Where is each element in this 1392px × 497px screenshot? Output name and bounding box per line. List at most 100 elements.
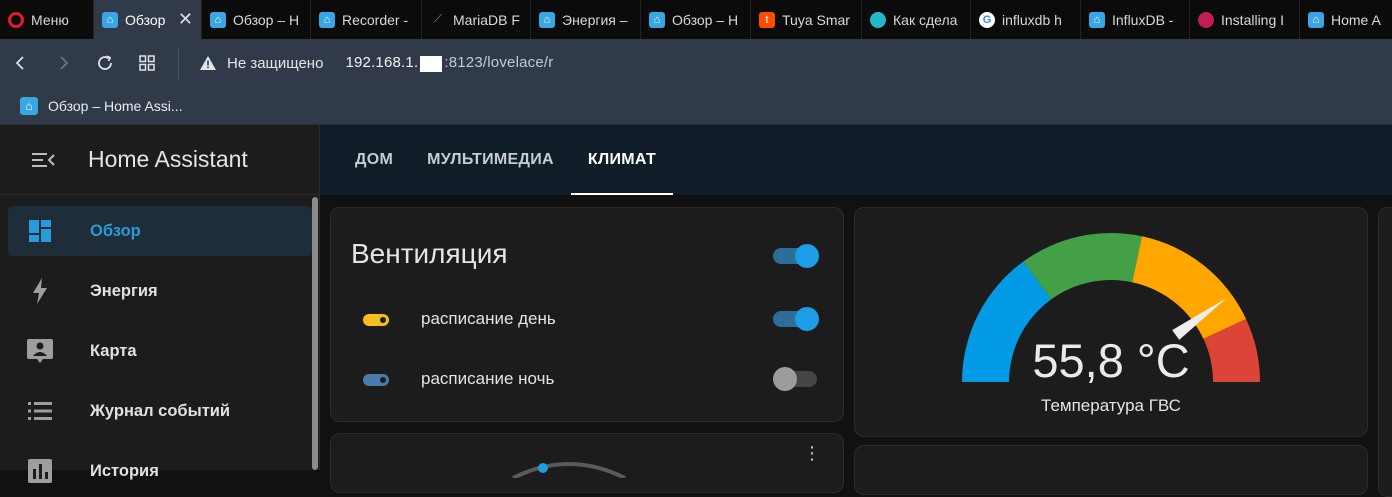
close-tab-icon[interactable]: ✕ [178,9,193,30]
home-assistant-icon: ⌂ [1089,11,1105,28]
back-button[interactable] [0,39,42,87]
sidebar-toggle-button[interactable] [0,150,88,170]
tab-label: Recorder - [342,11,409,28]
schedule-night-label[interactable]: расписание ночь [421,369,554,389]
map-account-icon [8,339,72,363]
tab-label: Tuya Smar [782,11,850,28]
tab-dom[interactable]: ДОМ [338,125,410,195]
toggle-switch-icon [363,374,389,386]
tab-overview-active[interactable]: ⌂ Обзор ✕ [94,0,202,39]
security-text: Не защищено [227,54,324,72]
tab-mariadb[interactable]: ⟋ MariaDB F [422,0,531,39]
google-icon: G [979,11,995,28]
dashboard-icon [8,219,72,243]
home-assistant-icon: ⌂ [649,11,665,28]
home-assistant-icon: ⌂ [210,11,226,28]
tab-recorder[interactable]: ⌂ Recorder - [311,0,422,39]
bookmark-overview[interactable]: Обзор – Home Assi... [48,98,183,114]
view-tabs: ДОМ МУЛЬТИМЕДИА КЛИМАТ [320,125,1392,195]
home-assistant-icon: ⌂ [319,11,335,28]
url-suffix: :8123/lovelace/r [444,54,554,72]
logbook-icon [8,401,72,421]
schedule-day-label[interactable]: расписание день [421,309,556,329]
tab-how-to[interactable]: Как сдела [862,0,971,39]
sidebar-scrollbar[interactable] [312,197,318,470]
speed-dial-button[interactable] [126,39,168,87]
tab-home-assistant[interactable]: ⌂ Home A [1300,0,1392,39]
tab-label: Обзор [125,11,166,28]
tab-label: MariaDB F [453,11,520,28]
url-prefix: 192.168.1. [345,54,419,72]
sidebar-title: Home Assistant [88,146,248,172]
sidebar: Home Assistant Обзор Энергия Карта Журна… [0,125,320,483]
sidebar-item-history[interactable]: История [8,446,312,496]
tab-climate[interactable]: КЛИМАТ [570,125,674,195]
reload-button[interactable] [84,39,126,87]
sidebar-item-overview[interactable]: Обзор [8,206,312,256]
slider-arc-icon [512,462,626,478]
tab-energy[interactable]: ⌂ Энергия – [531,0,641,39]
dashboard-content: Вентиляция расписание день расписание но… [320,195,1392,497]
history-chart-icon [8,459,72,483]
water-temperature-gauge-card[interactable]: 55,8 °C Температура ГВС [854,207,1368,437]
browser-tab-bar: Меню ⌂ Обзор ✕ ⌂ Обзор – H ⌂ Recorder - … [0,0,1392,39]
tab-label: Обзор – H [672,11,739,28]
tab-label: InfluxDB - [1112,11,1174,28]
home-assistant-icon: ⌂ [539,11,555,28]
home-assistant-icon: ⌂ [20,96,38,115]
sidebar-item-label: Журнал событий [90,401,231,420]
sidebar-item-logbook[interactable]: Журнал событий [8,386,312,436]
url-redaction [420,55,443,72]
ventilation-master-toggle[interactable] [773,242,819,268]
opera-icon [8,11,24,28]
tab-label: Как сдела [893,11,958,28]
tab-influxdb[interactable]: ⌂ InfluxDB - [1081,0,1190,39]
toggle-knob [795,307,819,331]
address-separator [178,47,179,79]
forward-button[interactable] [42,39,84,87]
tab-opera-menu[interactable]: Меню [0,0,94,39]
lightning-icon [8,278,72,304]
schedule-night-toggle[interactable] [773,365,819,391]
schedule-day-toggle[interactable] [773,305,819,331]
tab-overview-2[interactable]: ⌂ Обзор – H [202,0,311,39]
sidebar-item-label: Обзор [90,221,141,240]
tab-influxdb-search[interactable]: G influxdb h [971,0,1081,39]
lower-card [854,445,1368,495]
url-field[interactable]: 192.168.1. :8123/lovelace/r [345,54,554,72]
forward-arrow-icon [60,56,69,70]
sidebar-item-energy[interactable]: Энергия [8,266,312,316]
tab-multimedia[interactable]: МУЛЬТИМЕДИА [410,125,571,195]
right-card-partial [1378,207,1392,497]
media-card: ⋮ [330,433,844,493]
sidebar-item-map[interactable]: Карта [8,326,312,376]
tab-overview-3[interactable]: ⌂ Обзор – H [641,0,751,39]
home-assistant-app: Home Assistant Обзор Энергия Карта Журна… [0,125,1392,497]
menu-open-icon [32,152,55,167]
tuya-icon: t [759,11,775,28]
tab-label: influxdb h [1002,11,1062,28]
sidebar-header: Home Assistant [0,125,319,195]
bookmarks-bar: ⌂ Обзор – Home Assi... [0,87,1392,125]
sidebar-item-label: Энергия [90,281,158,300]
tab-label: Installing I [1221,11,1285,28]
installing-icon [1198,11,1214,28]
tab-label: Обзор – H [233,11,300,28]
address-bar: Не защищено 192.168.1. :8123/lovelace/r [0,39,1392,87]
toggle-knob [773,367,797,391]
mariadb-icon: ⟋ [434,13,442,25]
tab-label: Home A [1331,11,1381,28]
toggle-knob [795,244,819,268]
warning-icon [200,56,216,70]
tab-tuya[interactable]: t Tuya Smar [751,0,862,39]
tab-installing[interactable]: Installing I [1190,0,1300,39]
back-arrow-icon [15,56,24,70]
ventilation-card: Вентиляция расписание день расписание но… [330,207,844,422]
sidebar-item-label: История [90,461,159,480]
gauge-value: 55,8 °C [1032,334,1190,387]
more-options-icon[interactable]: ⋮ [803,444,821,462]
toggle-switch-icon [363,314,389,326]
reload-icon [98,55,112,70]
security-indicator[interactable]: Не защищено [199,55,323,72]
tab-label: Меню [31,11,69,28]
